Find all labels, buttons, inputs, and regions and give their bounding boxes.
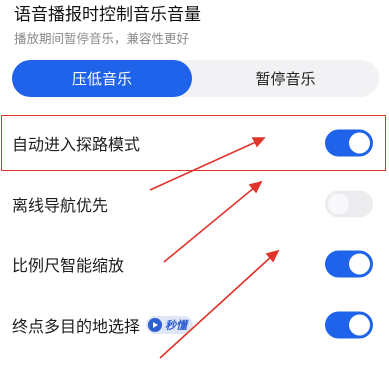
setting-row-multi-destination: 终点多目的地选择 秒懂 [0, 299, 389, 351]
setting-row-smart-scale-zoom: 比例尺智能缩放 [0, 238, 389, 290]
settings-page: 语音播报时控制音乐音量 播放期间暂停音乐，兼容性更好 压低音乐 暂停音乐 自动进… [0, 0, 389, 365]
offline-navigation-toggle[interactable] [325, 190, 373, 218]
lower-music-option[interactable]: 压低音乐 [12, 60, 192, 97]
toggle-knob [328, 193, 349, 215]
section-title: 语音播报时控制音乐音量 [14, 5, 201, 25]
section-subtitle: 播放期间暂停音乐，兼容性更好 [14, 31, 190, 46]
setting-label: 离线导航优先 [12, 196, 109, 215]
setting-label-with-badge: 终点多目的地选择 秒懂 [12, 313, 194, 337]
annotation-highlight-box [1, 115, 386, 171]
setting-row-offline-navigation: 离线导航优先 [0, 178, 389, 230]
setting-label: 比例尺智能缩放 [12, 256, 125, 275]
volume-mode-segmented-control: 压低音乐 暂停音乐 [12, 60, 379, 97]
badge-label: 秒懂 [165, 319, 188, 332]
explainer-badge[interactable]: 秒懂 [146, 316, 194, 334]
setting-label: 终点多目的地选择 [12, 317, 141, 336]
multi-destination-toggle[interactable] [325, 311, 373, 339]
toggle-knob [349, 314, 370, 336]
smart-scale-zoom-toggle[interactable] [325, 250, 373, 278]
play-icon [148, 318, 163, 332]
toggle-knob [349, 253, 370, 275]
pause-music-option[interactable]: 暂停音乐 [192, 60, 379, 97]
